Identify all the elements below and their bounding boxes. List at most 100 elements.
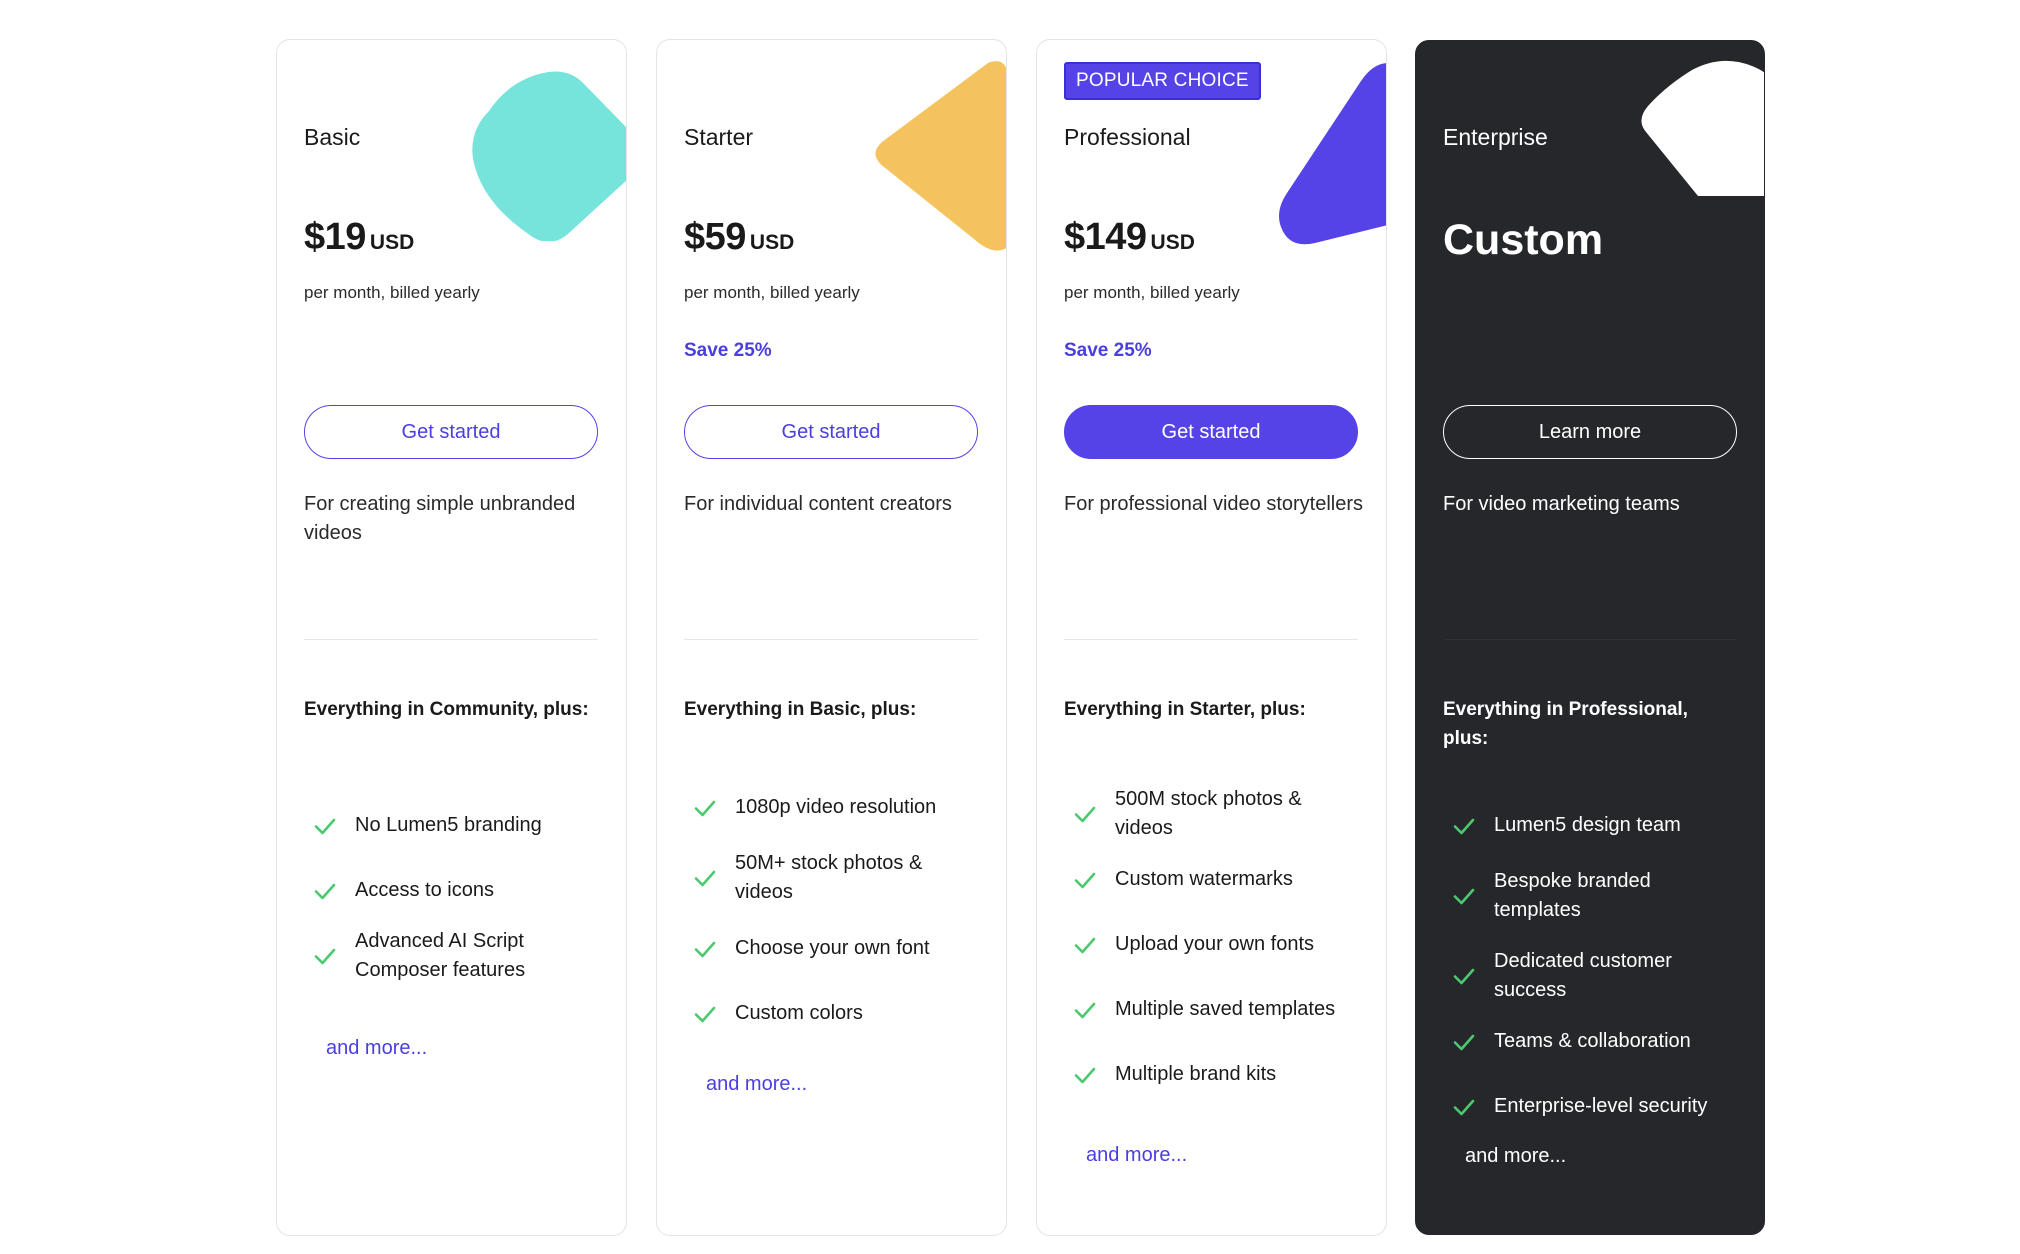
learn-more-button[interactable]: Learn more xyxy=(1443,405,1737,459)
plan-price: $149 USD xyxy=(1064,218,1195,256)
plan-card-basic: Basic $19 USD per month, billed yearly Ge… xyxy=(276,39,627,1236)
plan-name: Basic xyxy=(304,124,361,150)
check-icon xyxy=(1453,1034,1475,1050)
check-icon xyxy=(1453,968,1475,985)
feature-item: Choose your own font xyxy=(693,934,993,963)
save-badge: Save 25% xyxy=(684,340,772,361)
check-icon xyxy=(1074,1002,1096,1018)
feature-item: Multiple brand kits xyxy=(1073,1060,1373,1089)
billing-period: per month, billed yearly xyxy=(1064,283,1240,302)
feature-item: Teams & collaboration xyxy=(1452,1027,1752,1056)
check-icon xyxy=(314,818,336,834)
feature-item: Custom colors xyxy=(693,999,993,1028)
features-heading: Everything in Basic, plus: xyxy=(684,699,917,720)
check-icon xyxy=(694,1006,716,1022)
plan-card-enterprise: Enterprise Custom Learn more For video m… xyxy=(1415,40,1765,1235)
plan-name: Starter xyxy=(684,124,754,150)
plan-name: Professional xyxy=(1064,124,1191,150)
feature-list: Lumen5 design team Bespoke branded templ… xyxy=(1452,811,1752,1121)
price-custom: Custom xyxy=(1443,216,1604,264)
plan-card-professional: POPULAR CHOICE Professional $149 USD per … xyxy=(1036,39,1387,1236)
divider xyxy=(304,639,598,640)
price-currency: USD xyxy=(749,231,795,254)
feature-label: Enterprise-level security xyxy=(1494,1095,1708,1117)
check-icon xyxy=(1074,806,1096,823)
feature-label: 50M+ stock photos & videos xyxy=(735,852,923,903)
feature-item: Advanced AI Script Composer features xyxy=(313,927,613,985)
feature-label: Multiple saved templates xyxy=(1115,998,1336,1020)
feature-list: 500M stock photos & videos Custom waterm… xyxy=(1073,785,1373,1089)
decorative-shape xyxy=(1279,63,1386,245)
check-icon xyxy=(314,883,336,899)
check-icon xyxy=(694,870,716,887)
feature-item: Dedicated customer success xyxy=(1452,947,1752,1005)
feature-label: Upload your own fonts xyxy=(1115,933,1315,955)
feature-item: Enterprise-level security xyxy=(1452,1092,1752,1121)
feature-item: Access to icons xyxy=(313,876,613,905)
get-started-button[interactable]: Get started xyxy=(304,405,598,459)
feature-label: Lumen5 design team xyxy=(1494,814,1681,836)
plan-card-starter: Starter $59 USD per month, billed yearly … xyxy=(656,39,1007,1236)
feature-label: Multiple brand kits xyxy=(1115,1063,1277,1085)
plan-name: Enterprise xyxy=(1443,124,1548,150)
feature-label: Advanced AI Script Composer features xyxy=(355,930,526,981)
feature-label: Bespoke branded templates xyxy=(1494,870,1651,921)
plan-price: $19 USD xyxy=(304,218,414,256)
billing-period: per month, billed yearly xyxy=(684,283,860,302)
price-amount: $19 xyxy=(304,216,366,258)
feature-item: Multiple saved templates xyxy=(1073,995,1373,1024)
and-more-link[interactable]: and more... xyxy=(326,1037,427,1060)
and-more-link[interactable]: and more... xyxy=(1465,1145,1566,1168)
check-icon xyxy=(1453,1099,1475,1115)
feature-list: 1080p video resolution 50M+ stock photos… xyxy=(693,793,993,1028)
features-heading: Everything in Community, plus: xyxy=(304,699,589,720)
check-icon xyxy=(314,948,336,965)
plan-price: $59 USD xyxy=(684,218,794,256)
feature-item: 1080p video resolution xyxy=(693,793,993,822)
plan-description: For video marketing teams xyxy=(1443,493,1680,515)
check-icon xyxy=(694,800,716,816)
check-icon xyxy=(1453,818,1475,834)
divider xyxy=(1443,639,1737,640)
feature-item: Custom watermarks xyxy=(1073,865,1373,894)
check-icon xyxy=(1074,1067,1096,1083)
feature-item: Bespoke branded templates xyxy=(1452,867,1752,925)
billing-period: per month, billed yearly xyxy=(304,283,480,302)
feature-label: No Lumen5 branding xyxy=(355,814,542,836)
feature-label: Dedicated customer success xyxy=(1494,950,1672,1001)
and-more-link[interactable]: and more... xyxy=(1086,1144,1187,1167)
popular-choice-badge: POPULAR CHOICE xyxy=(1064,62,1261,100)
feature-item: Upload your own fonts xyxy=(1073,930,1373,959)
get-started-button[interactable]: Get started xyxy=(684,405,978,459)
feature-label: Custom watermarks xyxy=(1115,868,1293,890)
plan-description: For professional video storytellers xyxy=(1064,493,1364,515)
price-amount: $59 xyxy=(684,216,746,258)
price-amount: $149 xyxy=(1064,216,1147,258)
feature-item: No Lumen5 branding xyxy=(313,811,613,840)
check-icon xyxy=(1074,937,1096,953)
feature-label: Access to icons xyxy=(355,879,494,901)
save-badge: Save 25% xyxy=(1064,340,1152,361)
divider xyxy=(1064,639,1358,640)
feature-list: No Lumen5 branding Access to icons Advan… xyxy=(313,811,613,985)
divider xyxy=(684,639,978,640)
feature-item: 500M stock photos & videos xyxy=(1073,785,1373,843)
decorative-shape xyxy=(875,61,1006,251)
feature-label: Custom colors xyxy=(735,1002,863,1024)
plan-description: For creating simple unbranded videos xyxy=(304,493,576,544)
check-icon xyxy=(694,941,716,957)
and-more-link[interactable]: and more... xyxy=(706,1073,807,1096)
feature-item: Lumen5 design team xyxy=(1452,811,1752,840)
price-currency: USD xyxy=(1150,231,1195,254)
check-icon xyxy=(1453,888,1475,905)
get-started-button[interactable]: Get started xyxy=(1064,405,1358,459)
feature-label: Teams & collaboration xyxy=(1494,1030,1691,1052)
feature-label: Choose your own font xyxy=(735,937,930,959)
feature-label: 1080p video resolution xyxy=(735,796,937,818)
feature-item: 50M+ stock photos & videos xyxy=(693,849,993,907)
price-currency: USD xyxy=(369,231,415,254)
check-icon xyxy=(1074,872,1096,888)
decorative-shape xyxy=(472,71,626,241)
feature-label: 500M stock photos & videos xyxy=(1115,788,1302,839)
decorative-shape xyxy=(1641,60,1764,196)
